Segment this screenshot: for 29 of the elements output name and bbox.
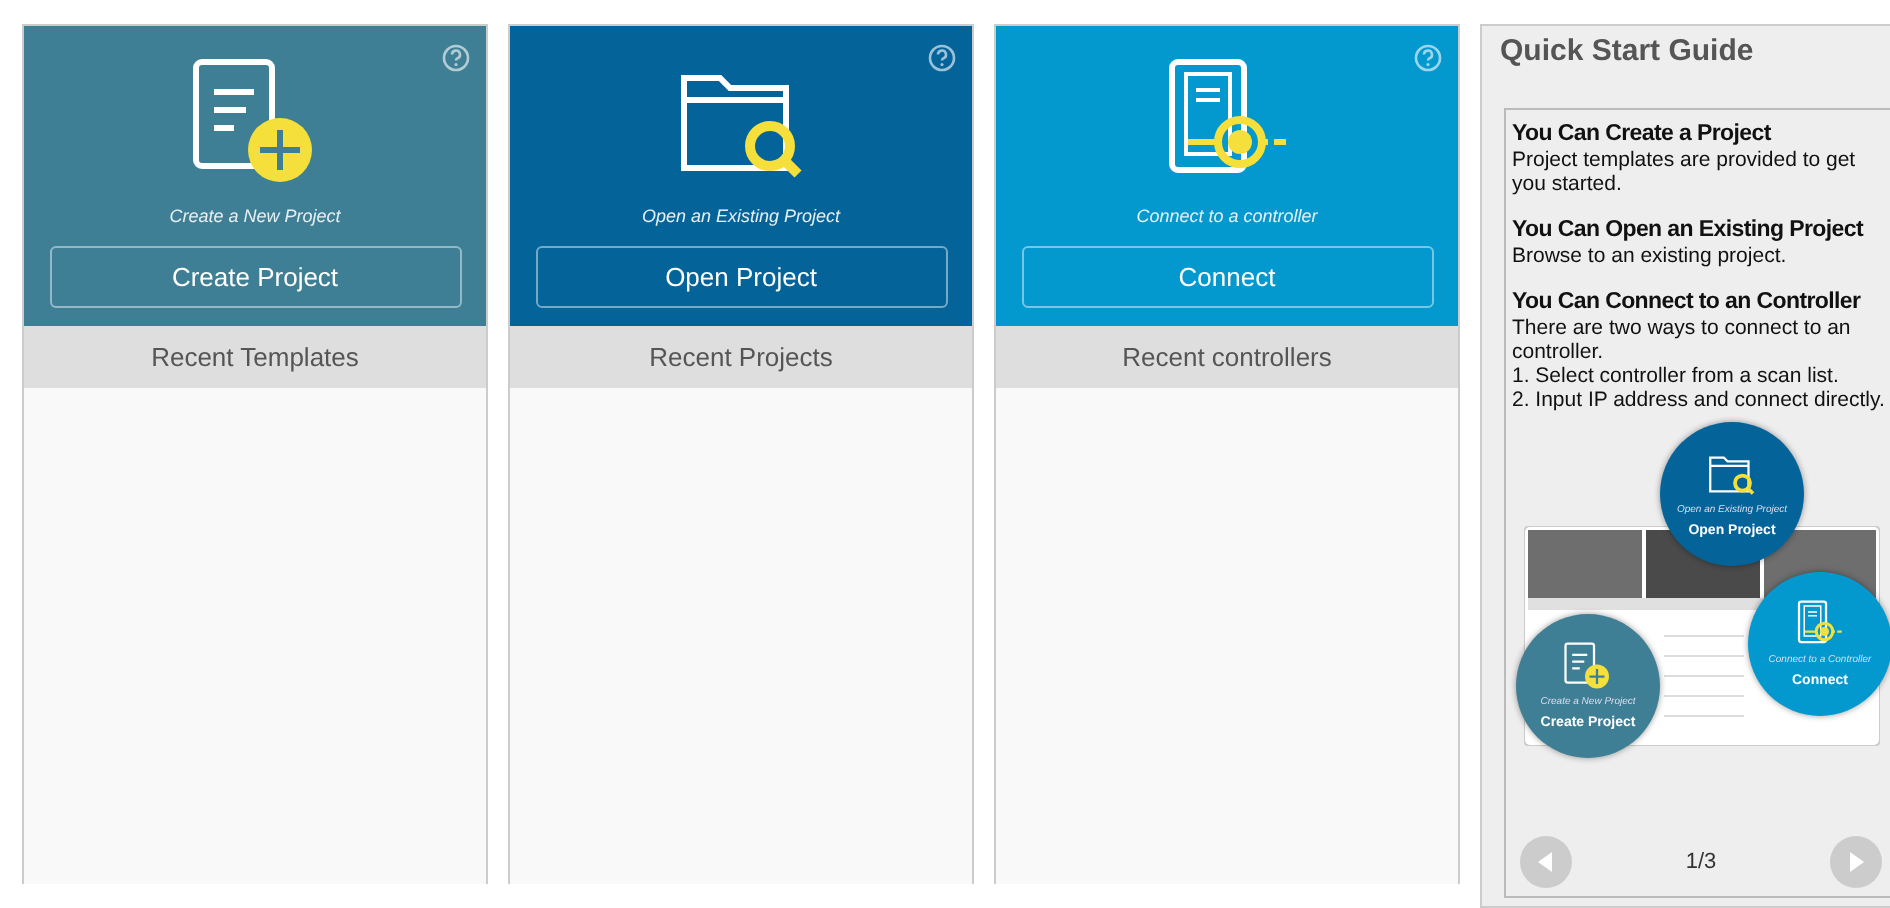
next-button[interactable] [1829,836,1882,888]
left-triangle-icon [1538,852,1554,872]
section-text: 1. Select controller from a scan list. [1512,364,1841,388]
action-button[interactable]: Create Project [49,246,461,308]
section-text: There are two ways to connect to an controller. [1512,316,1853,364]
help-icon[interactable] [928,44,956,72]
document-plus-icon [1564,642,1612,690]
action-button[interactable]: Open Project [535,246,947,308]
action-button[interactable]: Connect [1021,246,1433,308]
help-icon[interactable] [442,44,470,72]
recent-header: Recent Projects [510,326,972,388]
controller-connect-icon [1796,600,1844,648]
guide-title: Quick Start Guide [1500,34,1756,72]
section-heading: You Can Open an Existing Project [1512,218,1866,244]
card-caption: Connect to a controller [1136,206,1318,226]
section-text: 2. Input IP address and connect directly. [1512,388,1887,412]
card-caption: Create a New Project [169,206,341,226]
help-icon[interactable] [1414,44,1442,72]
section-heading: You Can Connect to an Controller [1512,290,1863,316]
page-indicator: 1/3 [1685,850,1717,874]
previous-button[interactable] [1520,836,1572,888]
recent-header: Recent Templates [24,326,486,388]
folder-search-icon [1708,450,1756,498]
recent-header: Recent controllers [996,326,1458,388]
card-caption: Open an Existing Project [641,206,841,226]
right-triangle-icon [1847,852,1864,872]
section-heading: You Can Create a Project [1512,122,1773,148]
section-text: Project templates are provided to get you started. [1512,148,1858,196]
section-text: Browse to an existing project. [1512,244,1789,268]
